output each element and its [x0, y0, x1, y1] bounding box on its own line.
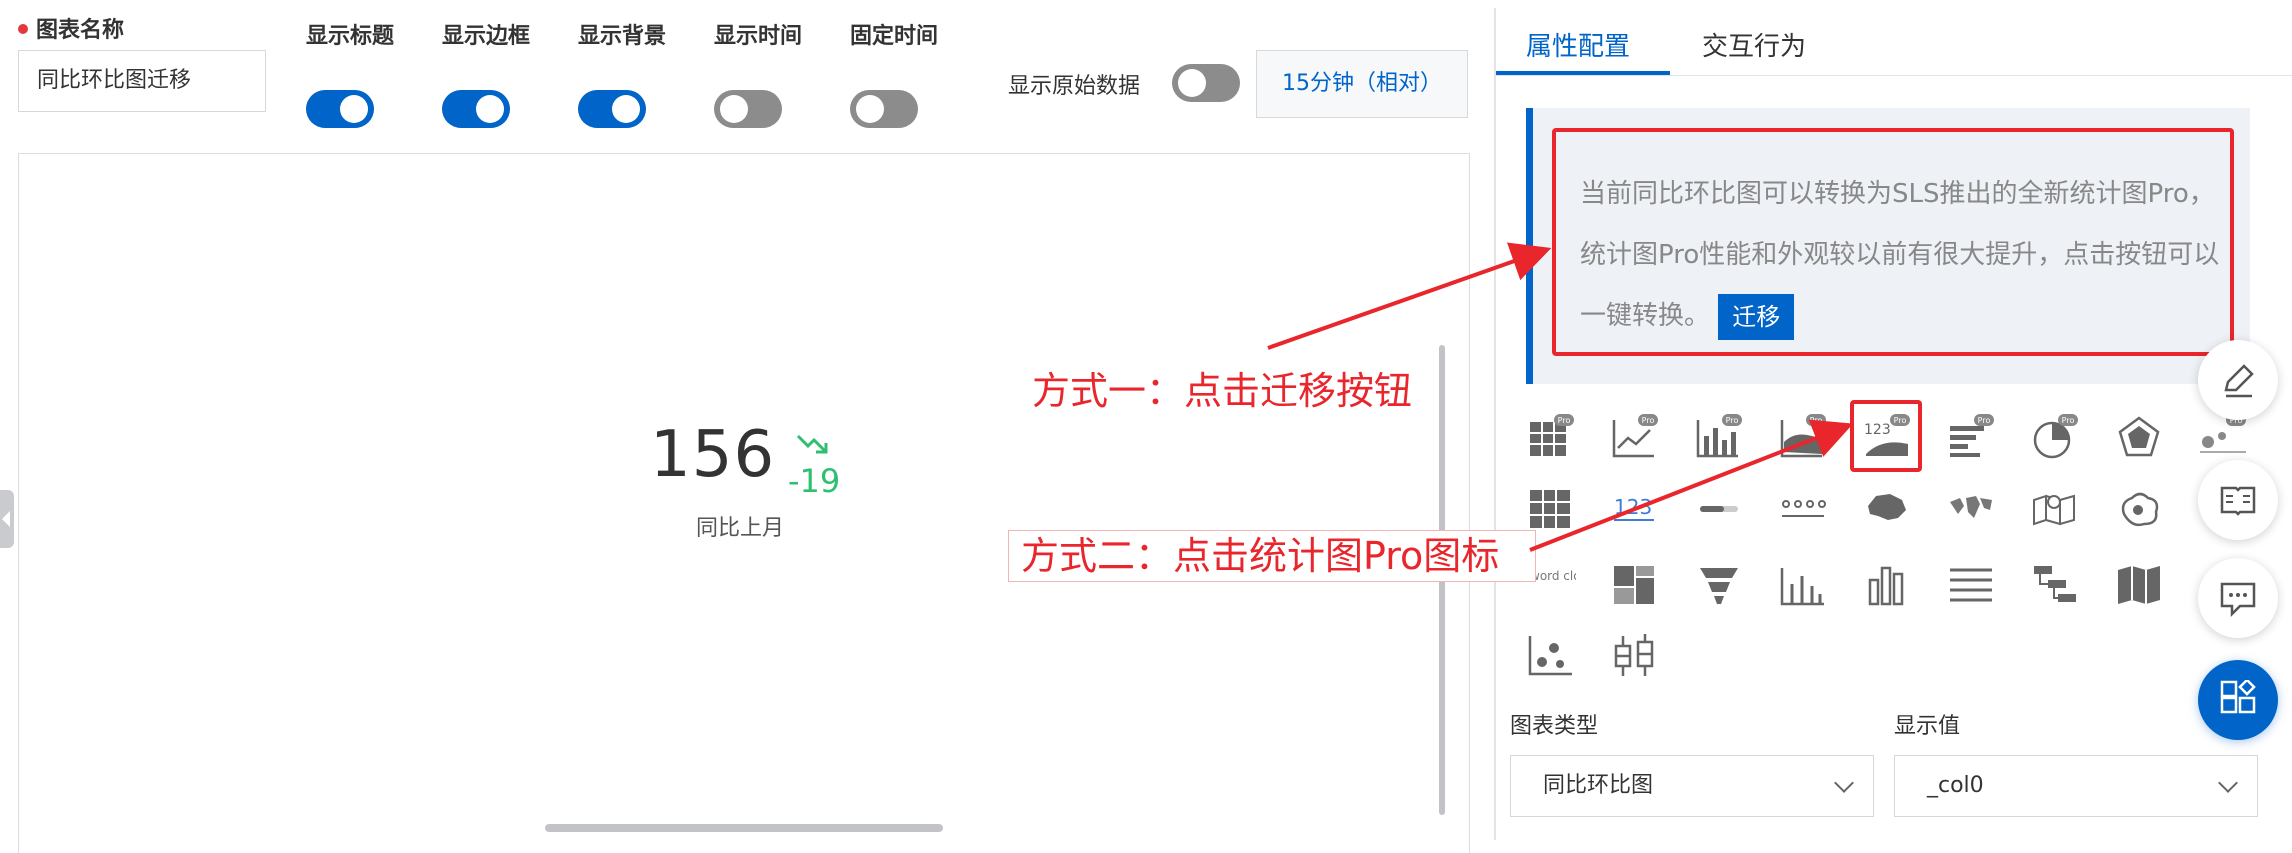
- table-icon[interactable]: [1526, 484, 1576, 534]
- stat-diff: -19: [788, 462, 841, 500]
- chart-type-select[interactable]: 同比环比图: [1510, 755, 1874, 817]
- chart-type-label: 图表类型: [1510, 714, 1599, 739]
- active-tab-indicator: [1496, 71, 1670, 75]
- treemap-icon[interactable]: [1610, 560, 1660, 610]
- annotation-method-one: 方式一：点击迁移按钮: [1032, 369, 1413, 413]
- stat-value: 156: [650, 418, 776, 492]
- toggle-show-border[interactable]: 显示边框: [442, 18, 552, 128]
- chevron-down-icon: [2218, 773, 2238, 793]
- pro-badge: Pro: [1558, 416, 1571, 425]
- toggle-fixed-time[interactable]: 固定时间: [850, 18, 960, 128]
- edit-fab[interactable]: [2198, 340, 2278, 420]
- tree-icon[interactable]: [2030, 560, 2080, 610]
- bookmap-icon[interactable]: [2114, 560, 2164, 610]
- funnel-icon[interactable]: [1694, 560, 1744, 610]
- collapse-handle[interactable]: [0, 490, 14, 548]
- toggle-label: 显示边框: [442, 24, 531, 49]
- pro-badge: Pro: [2062, 416, 2075, 425]
- apps-fab[interactable]: [2198, 660, 2278, 740]
- feedback-fab[interactable]: [2198, 558, 2278, 638]
- tab-properties[interactable]: 属性配置: [1526, 26, 1630, 63]
- show-background-switch[interactable]: [578, 90, 646, 128]
- apps-grid-icon: [2220, 680, 2256, 714]
- trend-down-icon: [796, 434, 828, 454]
- area-pro-icon[interactable]: Pro: [1778, 412, 1828, 462]
- table-pro-icon[interactable]: Pro: [1526, 412, 1576, 462]
- annotation-method-two: 方式二：点击统计图Pro图标: [1008, 530, 1536, 582]
- tabs-baseline: [1496, 75, 2292, 76]
- fixed-time-switch[interactable]: [850, 90, 918, 128]
- pro-badge: Pro: [1978, 416, 1991, 425]
- show-border-switch[interactable]: [442, 90, 510, 128]
- histogram-icon[interactable]: [1778, 560, 1828, 610]
- raw-data-switch[interactable]: [1172, 64, 1240, 102]
- china-map-icon[interactable]: [1862, 484, 1912, 534]
- column-icon[interactable]: [1862, 560, 1912, 610]
- chevron-down-icon: [1834, 773, 1854, 793]
- flow-icon[interactable]: [1778, 484, 1828, 534]
- show-time-switch[interactable]: [714, 90, 782, 128]
- world-map-icon[interactable]: [1946, 484, 1996, 534]
- pencil-icon: [2224, 364, 2254, 398]
- display-value-value: _col0: [1927, 773, 1984, 798]
- highlight-box-pro-icon: [1850, 400, 1922, 472]
- radar-pro-icon[interactable]: [2114, 412, 2164, 462]
- geo-map-icon[interactable]: [2030, 484, 2080, 534]
- number-glyph: 123: [1614, 495, 1652, 519]
- number-icon[interactable]: 123: [1610, 484, 1660, 534]
- horizontal-scrollbar[interactable]: [545, 824, 943, 832]
- toggle-show-title[interactable]: 显示标题: [306, 18, 416, 128]
- pro-badge: Pro: [1642, 416, 1655, 425]
- toggle-label: 显示标题: [306, 24, 395, 49]
- docs-fab[interactable]: [2198, 460, 2278, 540]
- pro-badge: Pro: [1810, 416, 1823, 425]
- time-range-button[interactable]: 15分钟（相对）: [1256, 50, 1468, 118]
- display-value-label: 显示值: [1894, 714, 1961, 739]
- tab-interactions[interactable]: 交互行为: [1702, 26, 1806, 63]
- pie-pro-icon[interactable]: Pro: [2030, 412, 2080, 462]
- panel-divider: [1494, 8, 1496, 840]
- scatter-icon[interactable]: [1526, 630, 1576, 680]
- compare-label: 同比上月: [696, 516, 785, 541]
- show-title-switch[interactable]: [306, 90, 374, 128]
- hbar-pro-icon[interactable]: Pro: [1946, 412, 1996, 462]
- chart-preview-panel: [18, 153, 1470, 853]
- toggle-show-time[interactable]: 显示时间: [714, 18, 824, 128]
- line-pro-icon[interactable]: Pro: [1610, 412, 1660, 462]
- chart-name-label: 图表名称: [36, 18, 125, 43]
- map-shape-icon[interactable]: [2114, 484, 2164, 534]
- raw-data-label: 显示原始数据: [1008, 74, 1141, 99]
- chat-icon: [2220, 582, 2256, 618]
- required-dot: [18, 24, 28, 34]
- wordcloud-glyph: word cloud: [1530, 569, 1576, 583]
- book-icon: [2220, 486, 2256, 516]
- boxplot-icon[interactable]: [1610, 630, 1660, 680]
- highlight-box-notice: [1552, 128, 2234, 356]
- toggle-show-background[interactable]: 显示背景: [578, 18, 688, 128]
- toggle-label: 显示时间: [714, 24, 803, 49]
- progress-icon[interactable]: [1694, 484, 1744, 534]
- pro-badge: Pro: [1726, 416, 1739, 425]
- toggle-label: 固定时间: [850, 24, 939, 49]
- toggle-label: 显示背景: [578, 24, 667, 49]
- list-icon[interactable]: [1946, 560, 1996, 610]
- chart-name-input[interactable]: 同比环比图迁移: [18, 50, 266, 112]
- display-value-select[interactable]: _col0: [1894, 755, 2258, 817]
- chart-type-value: 同比环比图: [1543, 773, 1654, 798]
- bar-pro-icon[interactable]: Pro: [1694, 412, 1744, 462]
